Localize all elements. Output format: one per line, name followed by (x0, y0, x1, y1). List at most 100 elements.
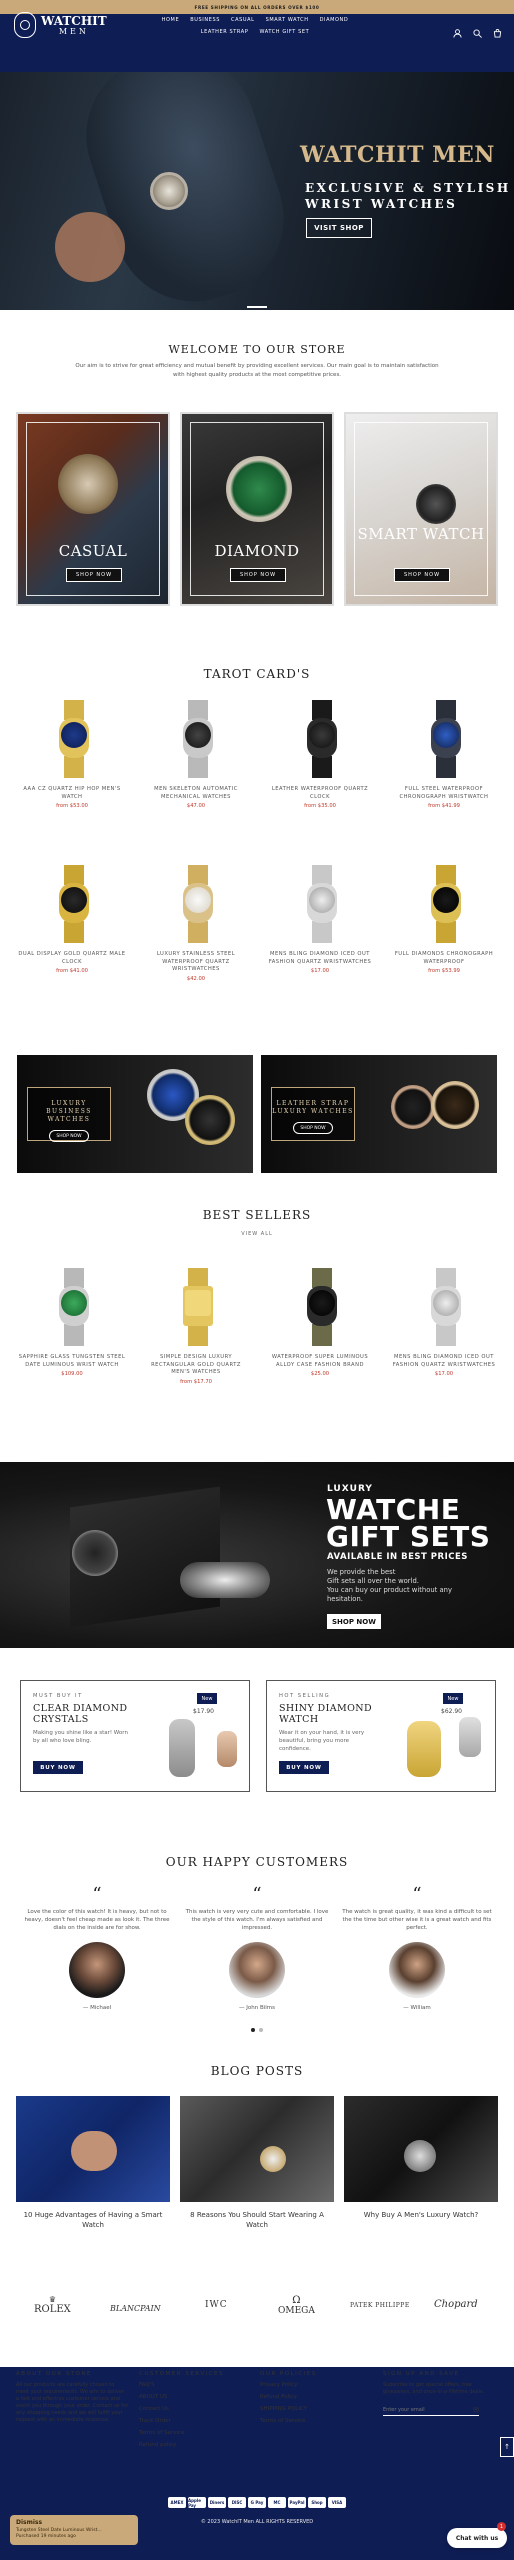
logo[interactable]: WATCHIT MEN (14, 12, 107, 38)
view-all-link[interactable]: VIEW ALL (0, 1231, 514, 1237)
nav-diamond[interactable]: DIAMOND (320, 17, 349, 23)
product-card[interactable]: FULL DIAMONDS CHRONOGRAPH WATERPROOF fro… (389, 865, 499, 974)
shop-now-button[interactable]: SHOP NOW (49, 1130, 89, 1142)
promo-watch-image (407, 1721, 441, 1777)
product-card[interactable]: SAPPHIRE GLASS TUNGSTEN STEEL DATE LUMIN… (17, 1268, 127, 1377)
product-name: WATERPROOF SUPER LUMINOUS ALLOY CASE FAS… (271, 1354, 369, 1368)
footer-heading: OUR POLICIES (260, 2371, 317, 2377)
product-price: from $41.99 (428, 803, 460, 809)
footer-link[interactable]: FAQ'S (139, 2382, 249, 2389)
email-field[interactable] (383, 2406, 474, 2413)
category-card-smart-watch[interactable]: SMART WATCH SHOP NOW (344, 412, 498, 606)
product-card[interactable]: SIMPLE DESIGN LUXURY RECTANGULAR GOLD QU… (141, 1268, 251, 1385)
search-icon[interactable] (473, 23, 482, 38)
product-name: AAA CZ QUARTZ HIP HOP MEN'S WATCH (23, 786, 121, 800)
product-card[interactable]: FULL STEEL WATERPROOF CHRONOGRAPH WRISTW… (389, 700, 499, 809)
blog-title: BLOG POSTS (210, 2064, 304, 2078)
footer-link[interactable]: ABOUT US (139, 2394, 249, 2401)
product-image (37, 865, 107, 943)
leather-strap-banner[interactable]: LEATHER STRAP LUXURY WATCHES SHOP NOW (261, 1055, 497, 1173)
shop-now-button[interactable]: SHOP NOW (394, 568, 450, 582)
product-name: FULL DIAMONDS CHRONOGRAPH WATERPROOF (394, 951, 494, 965)
brand-patek-philippe[interactable]: PATEK PHILIPPE (350, 2302, 410, 2309)
nav-watch-gift-set[interactable]: WATCH GIFT SET (259, 29, 309, 35)
product-card[interactable]: AAA CZ QUARTZ HIP HOP MEN'S WATCH from $… (17, 700, 127, 809)
blog-image[interactable] (344, 2096, 498, 2202)
shop-now-button[interactable]: SHOP NOW (66, 568, 122, 582)
product-card[interactable]: WATERPROOF SUPER LUMINOUS ALLOY CASE FAS… (265, 1268, 375, 1377)
brand-iwc[interactable]: IWC (205, 2300, 228, 2310)
footer-link[interactable]: Terms of Service (139, 2430, 249, 2437)
brand-rolex[interactable]: ♛ ROLEX (34, 2295, 71, 2316)
footer-signup: SIGN UP AND SAVE Subscribe to get specia… (383, 2371, 495, 2416)
footer-link[interactable]: Refund policy (139, 2442, 249, 2449)
brand-omega[interactable]: Ω OMEGA (278, 2296, 315, 2317)
cart-icon[interactable] (493, 23, 502, 38)
product-image (37, 700, 107, 778)
product-card[interactable]: MENS BLING DIAMOND ICED OUT FASHION QUAR… (265, 865, 375, 974)
promo-card-shiny-diamond[interactable]: HOT SELLING SHINY DIAMOND WATCH Wear it o… (266, 1680, 496, 1792)
footer-link[interactable]: Privacy Policy (260, 2382, 370, 2389)
gift-description: We provide the best Gift sets all over t… (327, 1568, 452, 1603)
avatar (389, 1942, 445, 1998)
gift-shop-now-button[interactable]: SHOP NOW (327, 1614, 381, 1629)
shop-now-button[interactable]: SHOP NOW (293, 1122, 333, 1134)
nav-smart-watch[interactable]: SMART WATCH (266, 17, 309, 23)
blog-post-title[interactable]: Why Buy A Men's Luxury Watch? (344, 2210, 498, 2220)
product-card[interactable]: MENS BLING DIAMOND ICED OUT FASHION QUAR… (389, 1268, 499, 1377)
category-label: CASUAL (58, 542, 128, 560)
envelope-icon[interactable]: ✉ (473, 2406, 479, 2414)
footer-link[interactable]: Refund Policy (260, 2394, 370, 2401)
nav-home[interactable]: HOME (162, 17, 180, 23)
luxury-business-banner[interactable]: LUXURY BUSINESS WATCHES SHOP NOW (17, 1055, 253, 1173)
shop-now-button[interactable]: SHOP NOW (230, 568, 286, 582)
product-card[interactable]: LEATHER WATERPROOF QUARTZ CLOCK from $35… (265, 700, 375, 809)
dismiss-button[interactable]: Dismiss (16, 2519, 42, 2526)
product-card[interactable]: DUAL DISPLAY GOLD QUARTZ MALE CLOCK from… (17, 865, 127, 974)
blog-image[interactable] (180, 2096, 334, 2202)
carousel-dot[interactable] (259, 2028, 263, 2032)
buy-now-button[interactable]: BUY NOW (33, 1761, 83, 1774)
visit-shop-button[interactable]: VISIT SHOP (306, 218, 372, 238)
product-name: MEN SKELETON AUTOMATIC MECHANICAL WATCHE… (154, 786, 238, 800)
category-label: SMART WATCH (357, 525, 485, 543)
gift-set-banner: LUXURY WATCHE GIFT SETS AVAILABLE IN BEST… (0, 1462, 514, 1648)
product-image (285, 1268, 355, 1346)
category-card-casual[interactable]: CASUAL SHOP NOW (16, 412, 170, 606)
carousel-dot-active[interactable] (251, 2028, 255, 2032)
product-image (161, 865, 231, 943)
product-price: from $17.70 (180, 1378, 212, 1385)
category-card-diamond[interactable]: DIAMOND SHOP NOW (180, 412, 334, 606)
blog-post-title[interactable]: 10 Huge Advantages of Having a Smart Wat… (16, 2210, 170, 2230)
blog-post-title[interactable]: 8 Reasons You Should Start Wearing A Wat… (180, 2210, 334, 2230)
product-card[interactable]: LUXURY STAINLESS STEEL WATERPROOF QUARTZ… (141, 865, 251, 982)
footer-about: ABOUT OUR STORE All our products are car… (16, 2371, 128, 2424)
product-card[interactable]: MEN SKELETON AUTOMATIC MECHANICAL WATCHE… (141, 700, 251, 809)
testimonial: “ The watch is great quality, it was kin… (342, 1886, 492, 2012)
brand-blancpain[interactable]: BLANCPAIN (110, 2304, 161, 2313)
footer-link[interactable]: SHIPPING POLICY (260, 2406, 370, 2413)
slide-indicator-active[interactable] (247, 306, 267, 308)
payment-amex-icon: AMEX (168, 2497, 186, 2508)
nav-business[interactable]: BUSINESS (190, 17, 220, 23)
chat-badge: 1 (497, 2522, 506, 2531)
footer-link[interactable]: Track Order (139, 2418, 249, 2425)
nav-leather-strap[interactable]: LEATHER STRAP (201, 29, 249, 35)
product-price: from $53.00 (56, 803, 88, 809)
testimonial-text: The watch is great quality, it was kind … (342, 1909, 492, 1931)
crown-icon: ♛ (48, 2295, 56, 2304)
footer-heading: SIGN UP AND SAVE (383, 2371, 460, 2377)
user-icon[interactable] (453, 23, 462, 38)
buy-now-button[interactable]: BUY NOW (279, 1761, 329, 1774)
footer-link[interactable]: Terms of Service (260, 2418, 370, 2425)
nav-casual[interactable]: CASUAL (231, 17, 255, 23)
email-field-wrapper: ✉ (383, 2404, 479, 2416)
footer-heading: CUSTOMER SERVICES (139, 2371, 225, 2377)
blog-image[interactable] (16, 2096, 170, 2202)
chat-button[interactable]: Chat with us (447, 2528, 507, 2548)
brand-chopard[interactable]: Chopard (434, 2299, 478, 2310)
footer-link[interactable]: Contact Us (139, 2406, 249, 2413)
promo-card-clear-diamond[interactable]: MUST BUY IT CLEAR DIAMOND CRYSTALS Making… (20, 1680, 250, 1792)
product-image (161, 1268, 231, 1346)
back-to-top-button[interactable]: ↑ (500, 2437, 514, 2457)
